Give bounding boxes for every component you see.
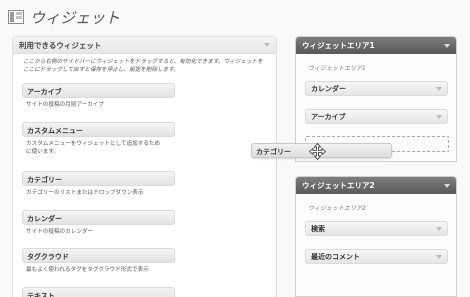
widget-area-2: ウィジェットエリア2 ウィジェットエリア2 検索 最近のコメント (295, 176, 457, 297)
arrow-down-icon[interactable] (444, 43, 450, 48)
widget-title[interactable]: カスタムメニュー (22, 122, 175, 137)
arrow-down-icon[interactable] (436, 86, 442, 91)
area-widget-label: アーカイブ (311, 112, 346, 121)
widget-title[interactable]: カレンダー (22, 210, 175, 225)
widget-title[interactable]: テキスト (22, 287, 175, 297)
arrow-down-icon[interactable] (436, 114, 442, 119)
widget-description: 最もよく使われるタグをタグクラウド形式で表示 (26, 267, 149, 273)
available-widgets-panel: 利用できるウィジェット ここから右側のサイドバーにウィジェットをドラッグすると、… (12, 36, 277, 297)
widget-area-2-subtitle: ウィジェットエリア2 (308, 205, 366, 212)
widget-description: カテゴリーのリストまたはドロップダウン表示 (26, 190, 144, 196)
available-widgets-header[interactable]: 利用できるウィジェット (13, 37, 276, 54)
area-widget-search[interactable]: 検索 (305, 221, 448, 236)
page-header: ウィジェット (8, 6, 120, 28)
widget-area-2-header[interactable]: ウィジェットエリア2 (296, 177, 456, 194)
widgets-icon (8, 10, 24, 24)
widget-categories[interactable]: カテゴリー カテゴリーのリストまたはドロップダウン表示 (22, 171, 175, 197)
widget-area-1-title: ウィジェットエリア1 (302, 41, 375, 50)
move-cursor-icon (309, 143, 326, 160)
widget-area-1-header[interactable]: ウィジェットエリア1 (296, 37, 456, 54)
page-title: ウィジェット (30, 8, 121, 27)
widget-tag-cloud[interactable]: タグクラウド 最もよく使われるタグをタグクラウド形式で表示 (22, 248, 175, 274)
arrow-down-icon[interactable] (264, 43, 270, 47)
area-widget-archive[interactable]: アーカイブ (305, 109, 448, 124)
widget-custom-menu[interactable]: カスタムメニュー カスタムメニューをウィジェットとして追加するために使います。 (22, 122, 175, 156)
widget-text[interactable]: テキスト (22, 287, 175, 297)
available-widgets-title: 利用できるウィジェット (19, 40, 102, 50)
arrow-down-icon[interactable] (444, 183, 450, 188)
widget-title[interactable]: アーカイブ (22, 83, 175, 98)
area-widget-recent-comments[interactable]: 最近のコメント (305, 249, 448, 264)
widget-calendar[interactable]: カレンダー サイトの投稿のカレンダー (22, 210, 175, 236)
widget-description: サイトの投稿の月別アーカイブ (26, 102, 104, 108)
area-widget-label: カレンダー (311, 84, 346, 93)
widget-title[interactable]: カテゴリー (22, 171, 175, 186)
widget-title[interactable]: タグクラウド (22, 248, 175, 263)
widget-area-1-subtitle: ウィジェットエリア1 (308, 65, 366, 72)
arrow-down-icon[interactable] (436, 254, 442, 259)
widget-description: サイトの投稿のカレンダー (26, 229, 94, 235)
available-widgets-description: ここから右側のサイドバーにウィジェットをドラッグすると、有効化できます。ウィジェ… (23, 59, 263, 73)
area-widget-label: 検索 (311, 224, 325, 233)
arrow-down-icon[interactable] (436, 226, 442, 231)
area-widget-label: 最近のコメント (311, 252, 360, 261)
widget-area-2-title: ウィジェットエリア2 (302, 181, 375, 190)
area-widget-calendar[interactable]: カレンダー (305, 81, 448, 96)
widget-archive[interactable]: アーカイブ サイトの投稿の月別アーカイブ (22, 83, 175, 109)
widget-description: カスタムメニューをウィジェットとして追加するために使います。 (26, 141, 161, 155)
